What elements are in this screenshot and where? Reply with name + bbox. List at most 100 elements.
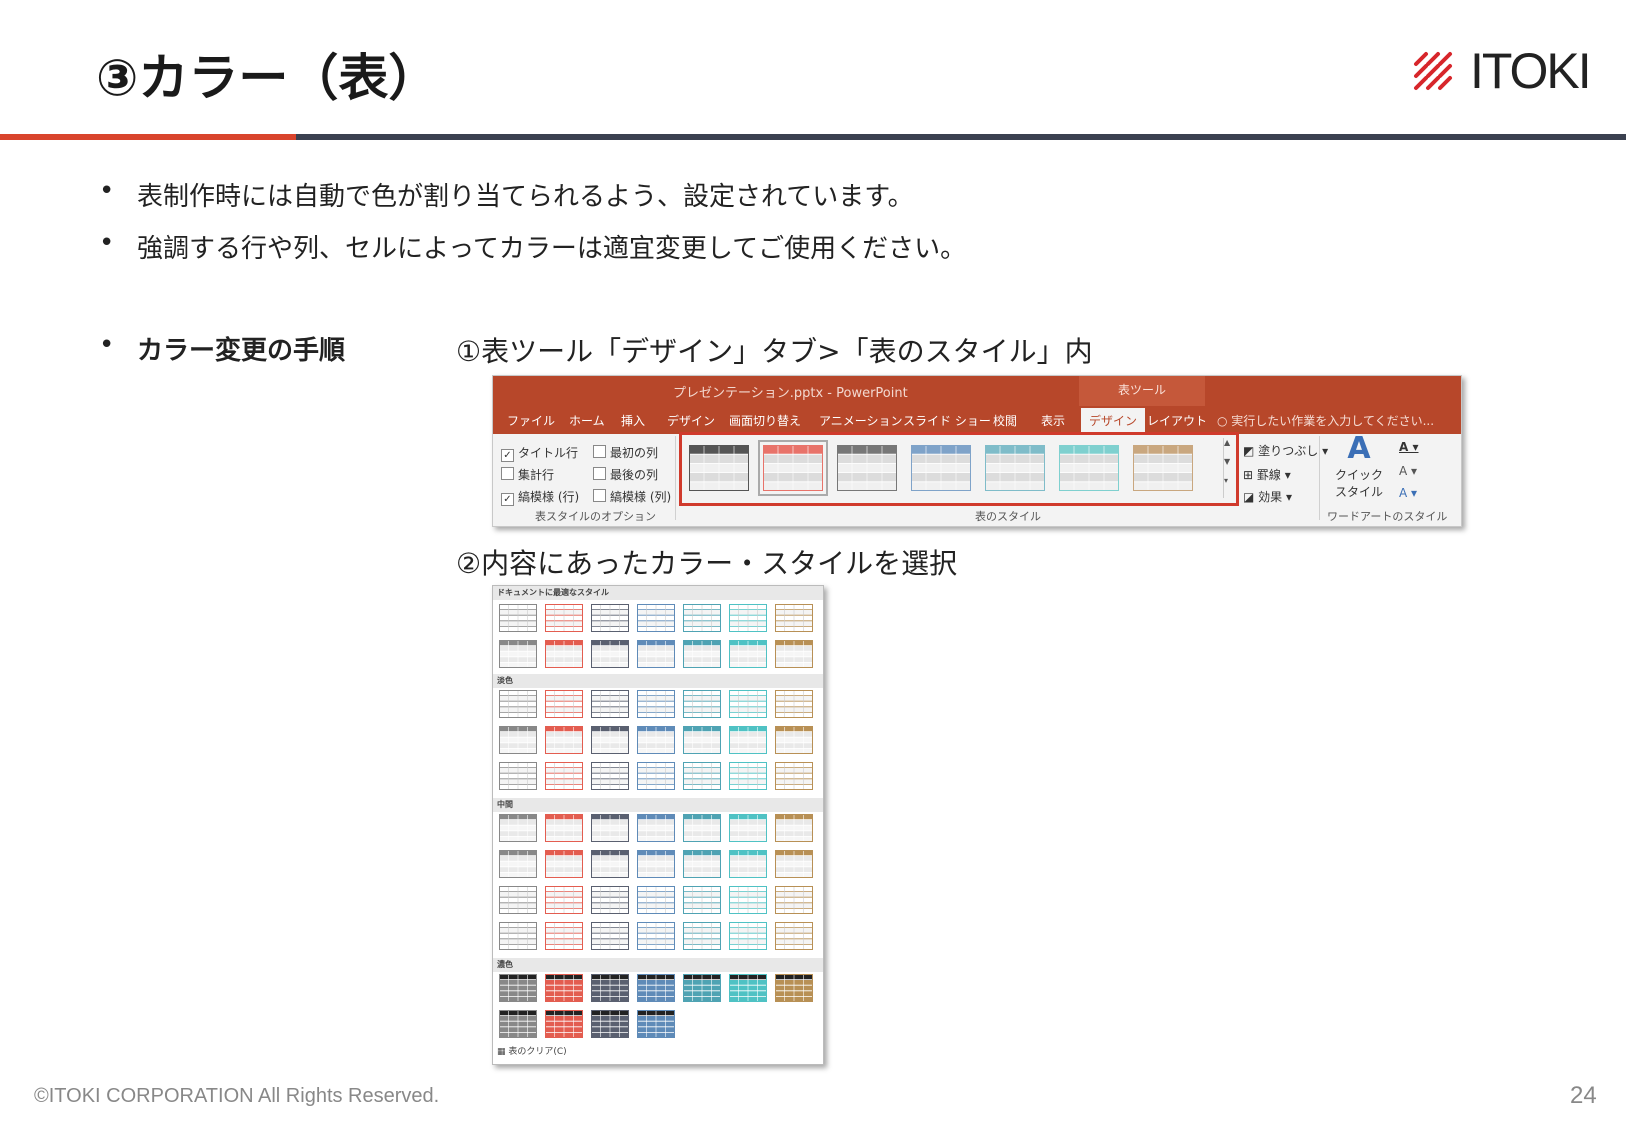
gallery-style-thumbnail[interactable] [729, 921, 767, 950]
gallery-style-thumbnail[interactable] [637, 603, 675, 632]
gallery-style-thumbnail[interactable] [775, 725, 813, 754]
tab-table-layout[interactable]: レイアウト [1147, 412, 1207, 429]
gallery-style-thumbnail[interactable] [729, 813, 767, 842]
gallery-style-thumbnail[interactable] [591, 689, 629, 718]
gallery-style-thumbnail[interactable] [637, 1009, 675, 1038]
table-style-thumbnail[interactable] [1133, 444, 1193, 491]
gallery-style-thumbnail[interactable] [729, 725, 767, 754]
gallery-style-thumbnail[interactable] [591, 885, 629, 914]
tab-slideshow[interactable]: スライド ショー [903, 412, 991, 429]
gallery-style-thumbnail[interactable] [499, 639, 537, 668]
gallery-style-thumbnail[interactable] [545, 1009, 583, 1038]
gallery-style-thumbnail[interactable] [729, 849, 767, 878]
text-fill-icon[interactable]: A ▾ [1399, 440, 1419, 454]
gallery-style-thumbnail[interactable] [499, 761, 537, 790]
gallery-style-thumbnail[interactable] [499, 973, 537, 1002]
gallery-style-thumbnail[interactable] [729, 761, 767, 790]
tab-file[interactable]: ファイル [507, 412, 555, 429]
tab-transitions[interactable]: 画面切り替え [729, 412, 801, 429]
gallery-style-thumbnail[interactable] [637, 973, 675, 1002]
gallery-style-thumbnail[interactable] [499, 689, 537, 718]
gallery-style-thumbnail[interactable] [775, 849, 813, 878]
gallery-style-thumbnail[interactable] [637, 885, 675, 914]
tab-table-design[interactable]: デザイン [1081, 408, 1146, 433]
gallery-style-thumbnail[interactable] [499, 1009, 537, 1038]
gallery-style-thumbnail[interactable] [591, 725, 629, 754]
gallery-style-thumbnail[interactable] [683, 849, 721, 878]
tab-design[interactable]: デザイン [667, 412, 715, 429]
gallery-style-thumbnail[interactable] [591, 973, 629, 1002]
shading-button[interactable]: ◩ 塗りつぶし ▾ [1243, 442, 1328, 459]
gallery-style-thumbnail[interactable] [683, 603, 721, 632]
table-style-thumbnail[interactable] [1059, 444, 1119, 491]
table-style-thumbnail[interactable] [689, 444, 749, 491]
quick-styles-button[interactable]: A クイック スタイル [1329, 432, 1389, 500]
text-outline-icon[interactable]: A ▾ [1399, 464, 1417, 478]
gallery-style-thumbnail[interactable] [637, 639, 675, 668]
gallery-style-thumbnail[interactable] [499, 921, 537, 950]
gallery-style-thumbnail[interactable] [545, 885, 583, 914]
text-effects-icon[interactable]: A ▾ [1399, 486, 1417, 500]
tab-animations[interactable]: アニメーション [819, 412, 903, 429]
gallery-style-thumbnail[interactable] [591, 813, 629, 842]
gallery-style-thumbnail[interactable] [637, 921, 675, 950]
gallery-style-thumbnail[interactable] [499, 813, 537, 842]
gallery-style-thumbnail[interactable] [775, 885, 813, 914]
gallery-style-thumbnail[interactable] [545, 725, 583, 754]
gallery-style-thumbnail[interactable] [637, 725, 675, 754]
gallery-style-thumbnail[interactable] [545, 849, 583, 878]
gallery-style-thumbnail[interactable] [775, 603, 813, 632]
tab-insert[interactable]: 挿入 [621, 412, 645, 429]
gallery-style-thumbnail[interactable] [637, 813, 675, 842]
table-style-thumbnail[interactable] [837, 444, 897, 491]
option-banded-columns[interactable]: 縞模様 (列) [593, 488, 671, 505]
option-header-row[interactable]: ✓ タイトル行 [501, 444, 578, 462]
option-banded-rows[interactable]: ✓ 縞模様 (行) [501, 488, 579, 506]
tab-home[interactable]: ホーム [569, 412, 605, 429]
gallery-style-thumbnail[interactable] [683, 973, 721, 1002]
gallery-style-thumbnail[interactable] [775, 813, 813, 842]
gallery-style-thumbnail[interactable] [545, 603, 583, 632]
gallery-style-thumbnail[interactable] [545, 973, 583, 1002]
gallery-style-thumbnail[interactable] [775, 973, 813, 1002]
option-total-row[interactable]: 集計行 [501, 466, 554, 483]
gallery-style-thumbnail[interactable] [683, 639, 721, 668]
clear-table-button[interactable]: ▦ 表のクリア(C) [497, 1044, 567, 1057]
option-last-column[interactable]: 最後の列 [593, 466, 658, 483]
gallery-style-thumbnail[interactable] [637, 849, 675, 878]
gallery-style-thumbnail[interactable] [499, 725, 537, 754]
effects-button[interactable]: ◪ 効果 ▾ [1243, 488, 1292, 505]
gallery-style-thumbnail[interactable] [775, 639, 813, 668]
gallery-style-thumbnail[interactable] [499, 885, 537, 914]
gallery-style-thumbnail[interactable] [591, 921, 629, 950]
table-style-thumbnail[interactable] [911, 444, 971, 491]
gallery-style-thumbnail[interactable] [729, 639, 767, 668]
gallery-style-thumbnail[interactable] [545, 689, 583, 718]
gallery-style-thumbnail[interactable] [591, 603, 629, 632]
gallery-style-thumbnail[interactable] [729, 689, 767, 718]
gallery-style-thumbnail[interactable] [683, 761, 721, 790]
gallery-style-thumbnail[interactable] [729, 973, 767, 1002]
gallery-style-thumbnail[interactable] [545, 921, 583, 950]
gallery-style-thumbnail[interactable] [499, 603, 537, 632]
gallery-style-thumbnail[interactable] [775, 689, 813, 718]
gallery-style-thumbnail[interactable] [683, 813, 721, 842]
gallery-style-thumbnail[interactable] [729, 885, 767, 914]
gallery-style-thumbnail[interactable] [591, 761, 629, 790]
option-first-column[interactable]: 最初の列 [593, 444, 658, 461]
gallery-style-thumbnail[interactable] [591, 849, 629, 878]
gallery-style-thumbnail[interactable] [729, 603, 767, 632]
gallery-style-thumbnail[interactable] [683, 725, 721, 754]
tab-view[interactable]: 表示 [1041, 412, 1065, 429]
gallery-style-thumbnail[interactable] [591, 639, 629, 668]
table-style-thumbnail[interactable] [985, 444, 1045, 491]
gallery-style-thumbnail[interactable] [683, 689, 721, 718]
gallery-style-thumbnail[interactable] [545, 639, 583, 668]
table-style-thumbnail[interactable] [758, 440, 828, 496]
tab-review[interactable]: 校閲 [993, 412, 1017, 429]
gallery-style-thumbnail[interactable] [683, 885, 721, 914]
gallery-style-thumbnail[interactable] [637, 761, 675, 790]
gallery-style-thumbnail[interactable] [775, 921, 813, 950]
gallery-style-thumbnail[interactable] [591, 1009, 629, 1038]
gallery-style-thumbnail[interactable] [545, 813, 583, 842]
